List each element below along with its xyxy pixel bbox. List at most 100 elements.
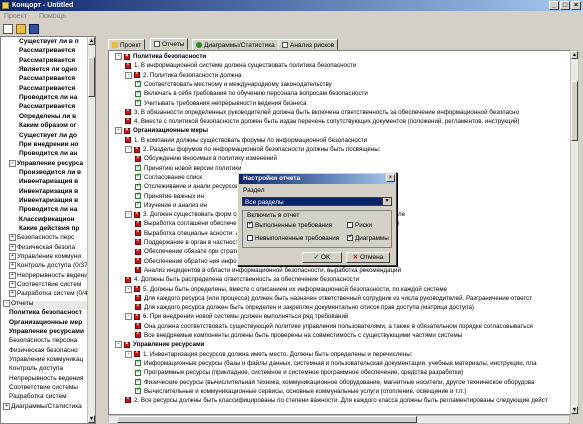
report-row[interactable]: 1. В информационной системе должна сущес… (125, 62, 356, 70)
tree-item[interactable]: Рассматривается (19, 47, 75, 55)
collapse-icon[interactable]: - (115, 53, 122, 60)
report-row[interactable]: - 6. При внедрении новой системы должен в… (125, 313, 348, 321)
tree-item[interactable]: Физическая безопасно (9, 347, 78, 355)
tree-item[interactable]: Существует ли до (19, 132, 77, 140)
report-row[interactable]: Согласование списк (135, 174, 202, 182)
tree-item[interactable]: Проводится ли ан (19, 150, 77, 158)
report-row[interactable]: Анализ инцидентов в области информационн… (135, 266, 401, 275)
expand-icon[interactable]: + (9, 234, 16, 242)
tree-item[interactable]: Является ли одно (19, 66, 77, 74)
collapse-icon[interactable]: - (115, 341, 122, 349)
tree-item[interactable]: Управление ресурсами (9, 328, 84, 336)
tree-item[interactable]: Непрерывность ведения (9, 375, 83, 383)
tree-item[interactable]: Определены ли в (19, 113, 76, 121)
report-row[interactable]: 4. Должны быть распределена ответственно… (125, 276, 359, 284)
expand-icon[interactable]: + (9, 243, 16, 251)
completed-requirements-checkbox[interactable]: Выполненные требования (247, 222, 332, 230)
tree-item[interactable]: Проводится ли на (19, 206, 77, 214)
tree-item[interactable]: Классификацион (19, 216, 74, 224)
tree-item[interactable]: Каким образом ог (19, 122, 76, 130)
dialog-close-button[interactable]: × (386, 174, 395, 182)
report-row[interactable]: Изучение и анализ ин (135, 202, 207, 210)
scroll-up-icon[interactable]: ▲ (571, 51, 578, 59)
report-row[interactable]: 2. Все ресурсы должны быть классифициров… (125, 396, 548, 405)
collapse-icon[interactable]: - (125, 285, 132, 293)
report-vertical-scrollbar[interactable]: ▲ ▼ (570, 50, 579, 415)
collapse-icon[interactable]: - (125, 71, 132, 79)
tree-item[interactable]: + Диаграммы/Статистика (3, 402, 82, 411)
report-row[interactable]: Принятие важных ин (135, 193, 204, 201)
ok-button[interactable]: ✓ OK (302, 252, 342, 263)
report-row[interactable]: Принятию новой версии политики (135, 165, 241, 173)
scroll-thumb[interactable] (117, 416, 417, 423)
collapse-icon[interactable]: - (9, 159, 16, 167)
section-select[interactable]: Все разделы ▼ (242, 197, 392, 206)
report-row[interactable]: Учитывать требования непрерывности веден… (135, 100, 306, 108)
expand-icon[interactable]: + (9, 262, 16, 270)
report-row[interactable]: Отслеживание и анали ресурсов (135, 183, 239, 191)
tree-item[interactable]: - Отчеты (3, 299, 33, 308)
report-row[interactable]: Программные ресурсы (прикладное, системн… (135, 369, 463, 377)
tab-diagrams[interactable]: Диаграммы/Статистика (192, 39, 279, 50)
menu-help[interactable]: Помощь (39, 13, 66, 20)
collapse-icon[interactable]: - (125, 313, 132, 321)
tree-item[interactable]: + Разработка систем (0/4 (9, 290, 88, 298)
save-icon[interactable] (29, 24, 39, 34)
report-row[interactable]: - Организационные меры (115, 127, 208, 135)
collapse-icon[interactable]: - (125, 146, 132, 153)
tree-item[interactable]: Организационные мер (9, 319, 82, 327)
minimize-button[interactable]: _ (549, 1, 559, 10)
tree-item[interactable]: - Управление ресурса (9, 159, 83, 168)
tree-item[interactable]: Проводится ли на (19, 94, 77, 102)
report-row[interactable]: - Политика безопасности (115, 53, 206, 61)
expand-icon[interactable]: + (9, 271, 16, 279)
left-tree-scrollbar[interactable]: ▲ ▼ (87, 37, 95, 423)
scroll-thumb[interactable] (571, 81, 578, 141)
new-file-icon[interactable] (3, 24, 13, 34)
failed-requirements-checkbox[interactable]: Невыполненные требования (247, 235, 339, 243)
tree-item[interactable]: При внедрении но (19, 141, 78, 149)
tree-item[interactable]: + Непрерывность ведени (9, 271, 88, 280)
tree-item[interactable]: Безопасность персона (9, 337, 77, 345)
report-row[interactable]: Обсуждению вносимых в политику изменений (135, 155, 277, 163)
report-row[interactable]: Информационные ресурсы (базы и файлы дан… (135, 360, 537, 368)
tree-item[interactable]: Инвентаризация в (19, 188, 78, 196)
collapse-icon[interactable]: - (125, 211, 132, 219)
tree-item[interactable]: Существует ли в п (19, 38, 79, 46)
risks-checkbox[interactable]: Риски (347, 222, 372, 230)
report-row[interactable]: 4. Вместе с политикой безопасности долже… (125, 117, 519, 126)
report-horizontal-scrollbar[interactable] (108, 415, 570, 424)
expand-icon[interactable]: + (9, 281, 16, 289)
scroll-up-icon[interactable]: ▲ (88, 37, 95, 45)
report-row[interactable]: Все внедряемые компоненты должны быть пр… (135, 331, 462, 340)
tab-reports[interactable]: Отчеты (150, 38, 189, 50)
tree-item[interactable]: Соответствие системы (9, 384, 78, 392)
maximize-button[interactable]: □ (560, 1, 570, 10)
open-folder-icon[interactable] (16, 24, 26, 34)
tree-item[interactable]: Производится ли в (19, 169, 81, 177)
diagrams-checkbox[interactable]: Диаграммы (347, 235, 389, 243)
expand-icon[interactable]: + (9, 253, 16, 261)
report-row[interactable]: - 2. Разделы форумов по информационной бе… (125, 146, 380, 154)
tree-item[interactable]: Политика безопасност (9, 309, 82, 317)
tree-item[interactable]: Рассматривается (19, 103, 75, 111)
tree-item[interactable]: + Управление коммуни (9, 253, 81, 261)
report-row[interactable]: - Управление ресурсами (115, 341, 204, 349)
close-button[interactable]: × (571, 1, 581, 10)
tree-item[interactable]: + Физическая безопа (9, 243, 75, 252)
report-row[interactable]: - 1. Инвентаризация ресурсов должна иметь… (125, 350, 412, 359)
collapse-icon[interactable]: - (125, 350, 132, 358)
tab-project[interactable]: Проект (108, 39, 146, 50)
report-row[interactable]: - 5. Должны быть определены, вместе с опи… (125, 285, 447, 294)
tree-item[interactable]: + Безопасность перс (9, 234, 74, 242)
tree-item[interactable]: Рассматривается (19, 57, 75, 65)
report-row[interactable]: Для каждого ресурса (или процесса) долже… (135, 294, 532, 303)
report-row[interactable]: 3. В обязанности определенных руководите… (125, 108, 519, 117)
scroll-thumb[interactable] (88, 57, 95, 97)
tree-item[interactable]: Инвентаризация в (19, 197, 78, 205)
report-row[interactable]: Включать в себя требования по обучению п… (135, 90, 368, 98)
scroll-down-icon[interactable]: ▼ (571, 406, 578, 414)
chevron-down-icon[interactable]: ▼ (382, 198, 391, 205)
report-row[interactable]: Для каждого ресурса должен быть определе… (135, 303, 474, 312)
report-row[interactable]: Она должна соответствовать существующей … (135, 322, 533, 331)
